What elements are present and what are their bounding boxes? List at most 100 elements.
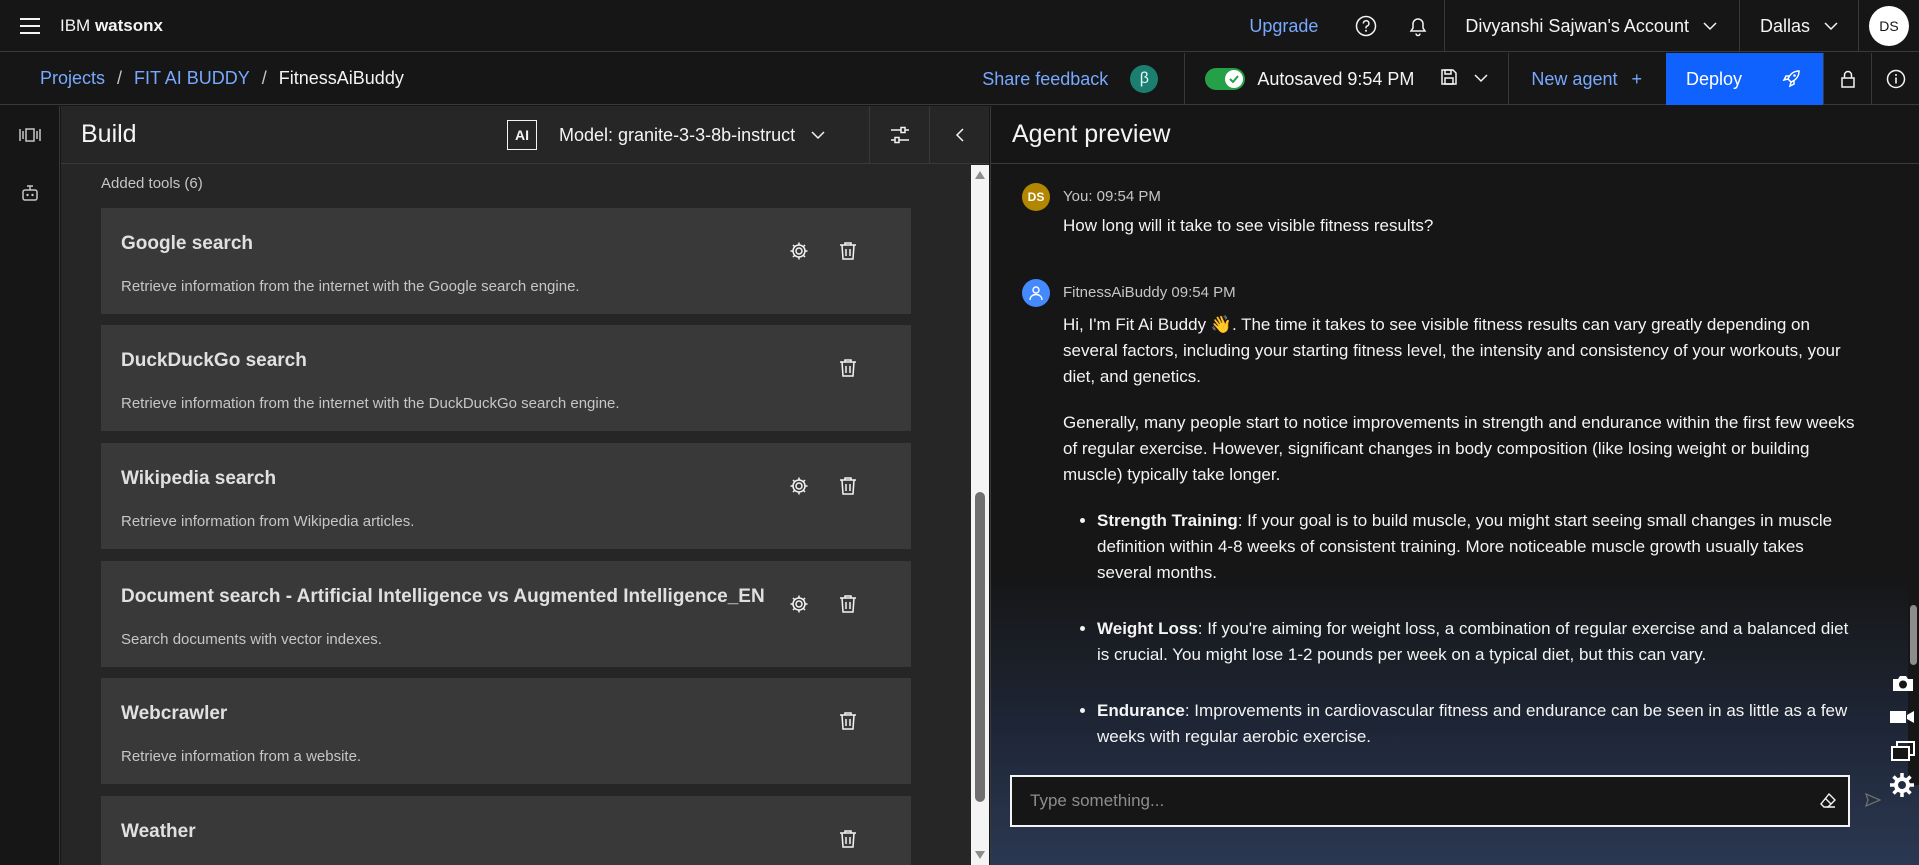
- user-avatar: DS: [1022, 183, 1050, 211]
- left-rail: [0, 106, 60, 865]
- brand-name: watsonx: [94, 15, 163, 35]
- region-switcher[interactable]: Dallas: [1740, 0, 1858, 52]
- tool-title: Google search: [121, 233, 253, 254]
- message-list: Strength Training: If your goal is to bu…: [1063, 508, 1863, 750]
- message-paragraph: Hi, I'm Fit Ai Buddy 👋. The time it take…: [1063, 315, 1841, 386]
- build-panel: Build AI Model: granite-3-3-8b-instruct …: [61, 106, 989, 865]
- list-item-term: Weight Loss: [1097, 619, 1198, 638]
- gear-icon[interactable]: [1878, 768, 1919, 802]
- tool-card-wikipedia-search[interactable]: Wikipedia search Retrieve information fr…: [101, 443, 911, 549]
- tool-card-duckduckgo-search[interactable]: DuckDuckGo search Retrieve information f…: [101, 325, 911, 431]
- upgrade-link[interactable]: Upgrade: [1227, 16, 1340, 37]
- region-name: Dallas: [1759, 15, 1810, 36]
- model-selector[interactable]: AI Model: granite-3-3-8b-instruct: [507, 106, 825, 164]
- video-icon[interactable]: [1878, 700, 1919, 734]
- account-name: Divyanshi Sajwan's Account: [1465, 15, 1689, 36]
- toggle-switch[interactable]: [1205, 68, 1246, 90]
- tool-card-webcrawler[interactable]: Webcrawler Retrieve information from a w…: [101, 678, 911, 784]
- trash-icon[interactable]: [839, 594, 857, 619]
- settings-icon[interactable]: [789, 241, 809, 266]
- camera-icon[interactable]: [1878, 666, 1919, 700]
- lock-icon[interactable]: [1823, 53, 1871, 105]
- project-toolbar: Projects / FIT AI BUDDY / FitnessAiBuddy…: [0, 53, 1919, 105]
- account-switcher[interactable]: Divyanshi Sajwan's Account: [1445, 0, 1739, 52]
- rocket-icon: [1782, 70, 1800, 88]
- chevron-down-icon[interactable]: [1474, 70, 1488, 88]
- avatar[interactable]: DS: [1869, 6, 1909, 46]
- list-item-text: : If you're aiming for weight loss, a co…: [1097, 619, 1849, 664]
- check-icon: [1225, 70, 1244, 88]
- tool-title: Weather: [121, 821, 196, 842]
- autosave-status: Autosaved 9:54 PM: [1257, 68, 1415, 89]
- chevron-down-icon: [1703, 22, 1717, 31]
- tool-title: Wikipedia search: [121, 468, 277, 489]
- chevron-down-icon: [811, 131, 825, 140]
- trash-icon[interactable]: [839, 476, 857, 501]
- product-logo[interactable]: IBM watsonx: [60, 16, 163, 36]
- beta-badge: β: [1130, 65, 1159, 93]
- message-paragraph: Generally, many people start to notice i…: [1063, 413, 1855, 484]
- help-icon[interactable]: [1340, 0, 1392, 52]
- list-item-text: : Improvements in cardiovascular fitness…: [1097, 701, 1848, 746]
- tool-card-document-search[interactable]: Document search - Artificial Intelligenc…: [101, 561, 911, 667]
- message-meta: You: 09:54 PM: [1063, 188, 1161, 205]
- list-item: Endurance: Improvements in cardiovascula…: [1097, 698, 1863, 750]
- list-item: Strength Training: If your goal is to bu…: [1097, 508, 1863, 586]
- trash-icon[interactable]: [839, 358, 857, 383]
- sliders-icon[interactable]: [869, 106, 929, 164]
- tool-description: Retrieve information from a website.: [121, 748, 362, 765]
- breadcrumb-project[interactable]: FIT AI BUDDY: [134, 68, 250, 89]
- bot-icon[interactable]: [0, 164, 60, 222]
- tool-title: Webcrawler: [121, 703, 228, 724]
- message-text: How long will it take to see visible fit…: [1063, 216, 1434, 235]
- tool-title: DuckDuckGo search: [121, 350, 307, 371]
- plus-icon: +: [1631, 68, 1642, 89]
- save-icon[interactable]: [1440, 68, 1458, 91]
- breadcrumb: Projects / FIT AI BUDDY / FitnessAiBuddy: [0, 68, 404, 89]
- build-scrollbar[interactable]: [971, 165, 989, 865]
- chat-input-box[interactable]: [1010, 775, 1850, 827]
- trash-icon[interactable]: [839, 829, 857, 854]
- chevron-down-icon: [1824, 22, 1838, 31]
- agent-avatar-icon: [1022, 279, 1050, 307]
- notification-icon[interactable]: [1392, 0, 1444, 52]
- model-name: Model: granite-3-3-8b-instruct: [559, 124, 796, 145]
- breadcrumb-current: FitnessAiBuddy: [278, 68, 404, 88]
- tool-description: Retrieve information from the internet w…: [121, 278, 580, 295]
- agent-preview-panel: Agent preview DS You: 09:54 PM How long …: [990, 106, 1919, 865]
- deploy-label: Deploy: [1686, 68, 1743, 89]
- build-title: Build: [81, 120, 137, 148]
- divider: [1858, 0, 1859, 52]
- share-feedback-link[interactable]: Share feedback: [982, 69, 1130, 90]
- top-header: IBM watsonx Upgrade Divyanshi Sajwan's A…: [0, 0, 1919, 52]
- breadcrumb-projects[interactable]: Projects: [40, 68, 105, 89]
- preview-title: Agent preview: [991, 106, 1919, 164]
- scroll-down-icon[interactable]: [975, 851, 985, 859]
- deploy-button[interactable]: Deploy: [1666, 53, 1823, 105]
- trash-icon[interactable]: [839, 241, 857, 266]
- autosave-toggle[interactable]: Autosaved 9:54 PM: [1185, 68, 1436, 90]
- tool-card-google-search[interactable]: Google search Retrieve information from …: [101, 208, 911, 314]
- breadcrumb-separator: /: [261, 68, 267, 88]
- info-icon[interactable]: [1871, 53, 1919, 105]
- build-header: Build AI Model: granite-3-3-8b-instruct: [61, 106, 989, 164]
- menu-icon[interactable]: [0, 0, 60, 52]
- tool-description: Search documents with vector indexes.: [121, 631, 382, 648]
- scrollbar-thumb[interactable]: [975, 492, 985, 802]
- trash-icon[interactable]: [839, 711, 857, 736]
- agent-builder-icon[interactable]: [0, 106, 60, 164]
- chat-input[interactable]: [1012, 777, 1808, 825]
- windows-icon[interactable]: [1878, 734, 1919, 768]
- chevron-left-icon[interactable]: [929, 106, 989, 164]
- settings-icon[interactable]: [789, 594, 809, 619]
- scrollbar-thumb[interactable]: [1910, 605, 1917, 665]
- tool-card-weather[interactable]: Weather: [101, 796, 911, 865]
- chat-transcript: DS You: 09:54 PM How long will it take t…: [991, 165, 1901, 865]
- new-agent-label: New agent: [1531, 68, 1618, 89]
- scroll-up-icon[interactable]: [975, 171, 985, 179]
- settings-icon[interactable]: [789, 476, 809, 501]
- screen-capture-widget: [1878, 666, 1919, 826]
- new-agent-button[interactable]: New agent +: [1509, 53, 1666, 105]
- eraser-icon[interactable]: [1808, 792, 1848, 810]
- list-item-term: Endurance: [1097, 701, 1185, 720]
